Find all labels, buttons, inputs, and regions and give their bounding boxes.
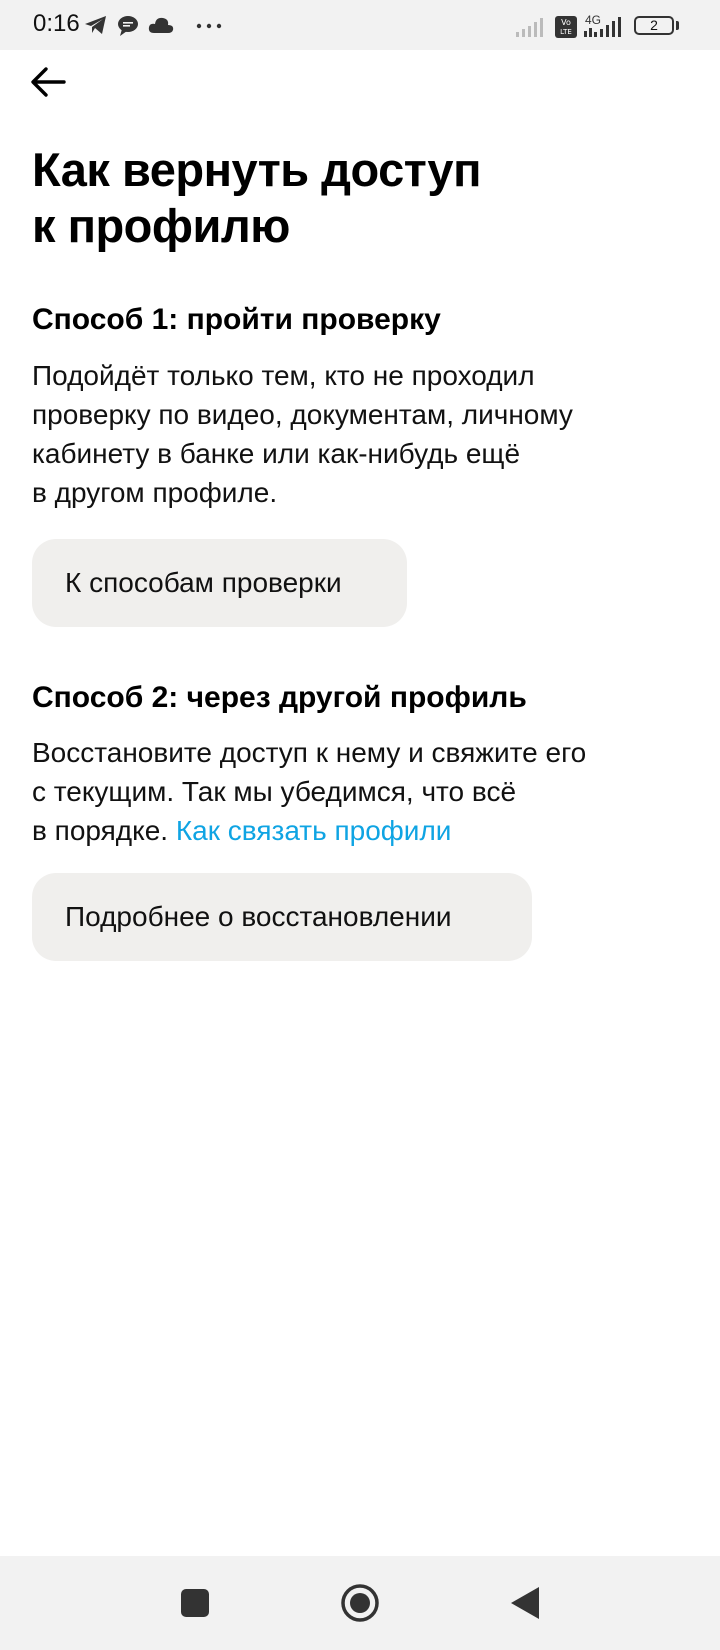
svg-text:LTE: LTE [560, 28, 572, 36]
page-title-line: к профилю [32, 199, 290, 252]
home-button[interactable] [335, 1578, 385, 1628]
cloud-icon [148, 17, 174, 33]
status-time: 0:16 [33, 10, 80, 37]
method1-description-line: в другом профиле. [32, 477, 278, 508]
navigation-bar [0, 1556, 720, 1650]
more-dots-icon [196, 23, 222, 29]
method1-heading: Способ 1: пройти проверку [32, 303, 441, 336]
svg-text:Vo: Vo [561, 18, 571, 27]
page-title: Как вернуть доступ к профилю [32, 142, 672, 254]
method1-description-line: Подойдёт только тем, кто не проходил [32, 360, 535, 391]
battery-icon: 2 [634, 16, 674, 35]
back-triangle-icon [511, 1587, 539, 1619]
system-back-button[interactable] [500, 1578, 550, 1628]
home-icon [341, 1584, 379, 1622]
method1-description: Подойдёт только тем, кто не проходил про… [32, 356, 692, 512]
method1-description-line: кабинету в банке или как-нибудь ещё [32, 438, 521, 469]
link-profiles-link[interactable]: Как связать профили [176, 815, 452, 846]
page-title-line: Как вернуть доступ [32, 143, 481, 196]
battery-cap [676, 21, 679, 30]
method2-description-line-last: в порядке. Как связать профили [32, 811, 692, 850]
recovery-details-button[interactable]: Подробнее о восстановлении [32, 873, 532, 961]
status-bar: 0:16 Vo LTE 4G 2 [0, 0, 720, 50]
battery-level: 2 [650, 17, 658, 33]
back-button[interactable] [26, 62, 70, 102]
recent-apps-button[interactable] [170, 1578, 220, 1628]
arrow-left-icon [31, 67, 66, 97]
method2-description-prefix: в порядке. [32, 815, 176, 846]
signal-4g-icon [584, 17, 621, 37]
verification-methods-button[interactable]: К способам проверки [32, 539, 407, 627]
method2-description: Восстановите доступ к нему и свяжите его… [32, 733, 692, 850]
signal-icon [516, 18, 543, 37]
method2-description-line: Восстановите доступ к нему и свяжите его [32, 737, 587, 768]
method2-description-line: с текущим. Так мы убедимся, что всё [32, 776, 517, 807]
volte-icon: Vo LTE [555, 16, 577, 38]
telegram-icon [85, 16, 106, 34]
method1-description-line: проверку по видео, документам, личному [32, 399, 573, 430]
recent-apps-icon [181, 1589, 209, 1617]
method2-heading: Способ 2: через другой профиль [32, 681, 527, 714]
chat-bubble-icon [118, 16, 138, 36]
